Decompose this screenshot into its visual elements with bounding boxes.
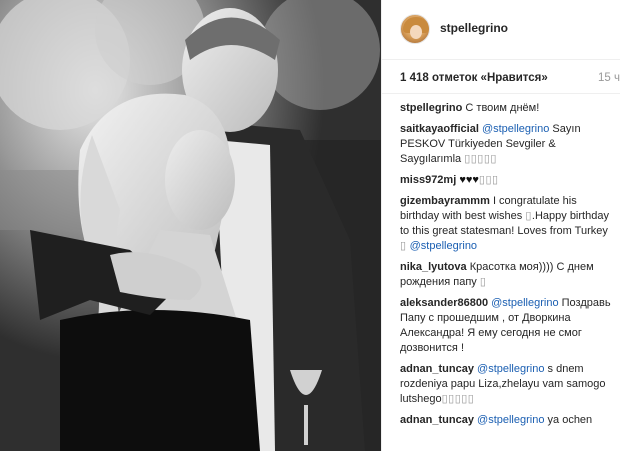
emoji-placeholder-icon: ▯ [400, 240, 407, 252]
likes-count[interactable]: 1 418 отметок «Нравится» [400, 72, 548, 84]
avatar[interactable] [400, 14, 430, 44]
comment-mention-link[interactable]: @stpellegrino [482, 123, 549, 135]
comment-item: miss972mj ♥♥♥▯▯▯ [400, 173, 614, 188]
comment-mention-link[interactable]: @stpellegrino [477, 414, 544, 426]
comment-mention-link[interactable]: @stpellegrino [491, 297, 558, 309]
post-time[interactable]: 15 ч [598, 72, 620, 84]
comment-item: adnan_tuncay @stpellegrino s dnem rozden… [400, 362, 614, 407]
emoji-placeholder-icon: ▯▯▯▯▯ [441, 393, 475, 405]
comment-text: ya ochen [544, 414, 593, 426]
comment-item: nika_lyutova Красотка моя)))) С днем рож… [400, 260, 614, 290]
comment-mention-link[interactable]: @stpellegrino [410, 240, 477, 252]
heart-emoji-icon: ♥♥♥ [459, 174, 479, 186]
post-sidebar: stpellegrino 1 418 отметок «Нравится» 15… [381, 0, 620, 451]
post-photo[interactable] [0, 0, 381, 451]
avatar-face [410, 25, 422, 39]
comment-item: gizembayrammm I congratulate his birthda… [400, 194, 614, 254]
comment-username[interactable]: aleksander86800 [400, 297, 488, 309]
comment-username[interactable]: stpellegrino [400, 102, 462, 114]
comment-username[interactable]: gizembayrammm [400, 195, 490, 207]
comment-text: С твоим днём! [465, 102, 540, 114]
emoji-placeholder-icon: ▯ [479, 276, 487, 288]
comment-item: aleksander86800 @stpellegrino Поздравь П… [400, 296, 614, 356]
comment-username[interactable]: adnan_tuncay [400, 363, 474, 375]
comments-list: stpellegrino С твоим днём! saitkayaoffici… [400, 101, 614, 434]
photo-illustration [0, 0, 381, 451]
emoji-placeholder-icon: ▯▯▯▯▯ [464, 153, 497, 165]
likes-row: 1 418 отметок «Нравится» 15 ч [382, 60, 620, 94]
emoji-placeholder-icon: ▯▯▯ [478, 174, 499, 186]
comment-item: stpellegrino С твоим днём! [400, 101, 614, 116]
comment-username[interactable]: nika_lyutova [400, 261, 467, 273]
comment-username[interactable]: adnan_tuncay [400, 414, 474, 426]
post-header: stpellegrino [382, 0, 620, 60]
comment-username[interactable]: miss972mj [400, 174, 456, 186]
comment-item: saitkayaofficial @stpellegrino Sayın PES… [400, 122, 614, 167]
comment-mention-link[interactable]: @stpellegrino [477, 363, 544, 375]
comment-item: adnan_tuncay @stpellegrino ya ochen [400, 413, 614, 428]
author-username[interactable]: stpellegrino [440, 21, 508, 35]
comment-username[interactable]: saitkayaofficial [400, 123, 479, 135]
